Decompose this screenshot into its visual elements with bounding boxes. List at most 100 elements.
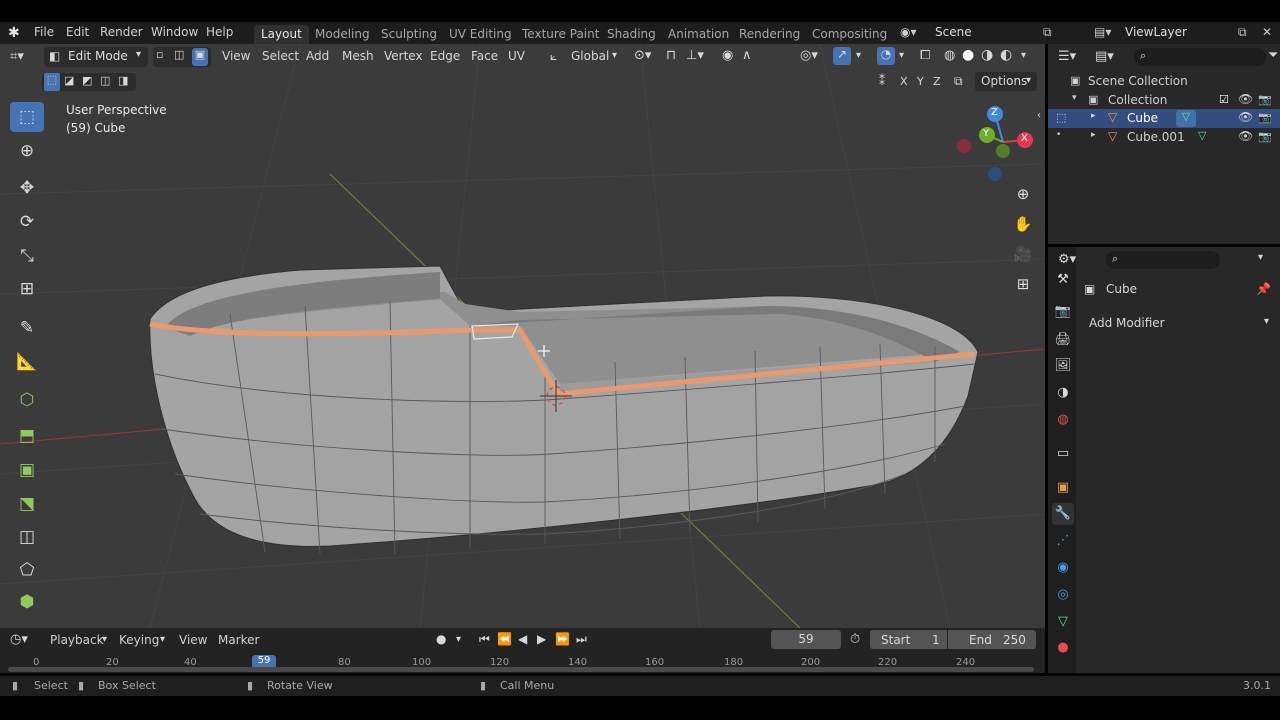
- frame-ruler[interactable]: 0 20 40 59 80 100 120 140 160 180 200 22…: [8, 654, 1038, 673]
- menu-render[interactable]: Render: [100, 25, 143, 39]
- pin-icon[interactable]: 📌: [1256, 282, 1271, 296]
- data-tab-icon[interactable]: ▽: [1052, 611, 1074, 633]
- orientation-dropdown[interactable]: Global: [571, 49, 609, 63]
- tab-modeling[interactable]: Modeling: [308, 25, 377, 44]
- viewport-scene[interactable]: [0, 44, 1045, 628]
- xray-toggle-icon[interactable]: ⧠: [920, 48, 930, 63]
- menu-uv[interactable]: UV: [508, 49, 525, 63]
- end-frame-field[interactable]: End 250: [948, 630, 1036, 649]
- cursor-tool-icon[interactable]: ⊕: [10, 136, 44, 166]
- expand-arrow-icon[interactable]: ▾: [1072, 93, 1077, 103]
- eye-icon[interactable]: 👁: [1238, 110, 1253, 124]
- expand-arrow-icon[interactable]: ▸: [1091, 111, 1096, 121]
- view-layer-copy-icon[interactable]: ⧉: [1238, 25, 1247, 40]
- object-tab-icon[interactable]: ▣: [1052, 477, 1074, 499]
- camera-render-icon[interactable]: 📷: [1258, 130, 1272, 143]
- bevel-tool-icon[interactable]: ⬔: [10, 489, 44, 519]
- knife-tool-icon[interactable]: ⬠: [10, 555, 44, 585]
- scene-name[interactable]: Scene: [935, 25, 972, 39]
- rendered-shading-icon[interactable]: ◐: [1000, 47, 1012, 63]
- jump-start-icon[interactable]: ⏮: [479, 632, 490, 647]
- menu-playback[interactable]: Playback: [50, 633, 104, 647]
- current-frame-field[interactable]: 59: [771, 630, 841, 649]
- options-dropdown[interactable]: Options ▾: [975, 72, 1037, 91]
- tab-shading[interactable]: Shading: [600, 25, 663, 44]
- rotate-tool-icon[interactable]: ⟳: [10, 207, 44, 237]
- pivot-point-icon[interactable]: ⊙▾: [634, 48, 651, 63]
- menu-marker[interactable]: Marker: [218, 633, 259, 647]
- world-tab-icon[interactable]: ◍: [1052, 409, 1074, 431]
- tab-layout[interactable]: Layout: [254, 25, 309, 44]
- menu-edge[interactable]: Edge: [430, 49, 460, 63]
- menu-help[interactable]: Help: [206, 25, 233, 39]
- scale-tool-icon[interactable]: ⤡: [10, 241, 44, 271]
- perspective-toggle-icon[interactable]: ⊞: [1011, 275, 1035, 299]
- wireframe-shading-icon[interactable]: ◍: [944, 48, 955, 63]
- sidebar-toggle-icon[interactable]: ‹: [1037, 110, 1041, 121]
- move-tool-icon[interactable]: ✥: [10, 173, 44, 203]
- edge-select-icon[interactable]: ◫: [174, 48, 190, 64]
- menu-keying[interactable]: Keying: [119, 633, 159, 647]
- face-select-icon[interactable]: ▣: [192, 48, 208, 66]
- menu-select[interactable]: Select: [262, 49, 299, 63]
- select-extend-icon[interactable]: ◪: [64, 74, 74, 87]
- menu-edit[interactable]: Edit: [66, 25, 89, 39]
- start-frame-field[interactable]: Start 1: [870, 630, 947, 649]
- tab-uv-editing[interactable]: UV Editing: [442, 25, 519, 44]
- filter-icon[interactable]: ⏷: [1268, 48, 1278, 63]
- add-cube-tool-icon[interactable]: ⬡: [10, 385, 44, 415]
- view-layer-icon[interactable]: ▤▾: [1094, 25, 1111, 39]
- chevron-down-icon[interactable]: ▾: [856, 50, 861, 61]
- scene-selector-icon[interactable]: ◉▾: [900, 25, 917, 39]
- vertex-select-icon[interactable]: ▫: [156, 48, 172, 64]
- falloff-icon[interactable]: ∧: [742, 48, 752, 63]
- menu-window[interactable]: Window: [151, 25, 198, 39]
- exclude-checkbox[interactable]: ☑: [1219, 93, 1229, 106]
- editor-type-icon[interactable]: ⌗▾: [10, 49, 24, 64]
- mode-dropdown[interactable]: ◧ Edit Mode ▾: [44, 47, 148, 67]
- tab-animation[interactable]: Animation: [661, 25, 736, 44]
- scene-collection-row[interactable]: ▣ Scene Collection: [1048, 72, 1280, 91]
- tab-sculpting[interactable]: Sculpting: [374, 25, 444, 44]
- render-tab-icon[interactable]: 📷: [1052, 301, 1074, 323]
- transform-orientation-icon[interactable]: ⟀: [550, 49, 557, 64]
- view-layer-remove-icon[interactable]: ✕: [1262, 25, 1272, 39]
- inset-tool-icon[interactable]: ▣: [10, 455, 44, 485]
- camera-render-icon[interactable]: 📷: [1258, 93, 1272, 106]
- auto-merge-icon[interactable]: ⧉: [954, 74, 963, 89]
- chevron-down-icon[interactable]: ▾: [899, 50, 904, 61]
- select-new-icon[interactable]: ⬚: [44, 73, 60, 91]
- view-layer-tab-icon[interactable]: 🖼: [1052, 355, 1074, 377]
- measure-tool-icon[interactable]: 📐: [10, 347, 44, 377]
- loop-cut-tool-icon[interactable]: ◫: [10, 522, 44, 552]
- jump-keyframe-back-icon[interactable]: ⏪: [497, 632, 512, 646]
- gizmo-toggle[interactable]: ↗: [833, 47, 851, 65]
- blender-logo-icon[interactable]: ✱: [8, 25, 20, 41]
- properties-search-input[interactable]: ⌕: [1106, 251, 1220, 269]
- extrude-tool-icon[interactable]: ⬒: [10, 421, 44, 451]
- menu-vertex[interactable]: Vertex: [384, 49, 423, 63]
- timeline-editor-icon[interactable]: ◷▾: [10, 632, 28, 647]
- timeline-scrollbar[interactable]: [8, 667, 1034, 672]
- 3d-viewport[interactable]: ⌗▾ ◧ Edit Mode ▾ ▫ ◫ ▣ View Select Add M…: [0, 44, 1045, 628]
- tab-texture-paint[interactable]: Texture Paint: [515, 25, 606, 44]
- select-subtract-icon[interactable]: ◩: [82, 74, 92, 87]
- outliner-editor-icon[interactable]: ☰▾: [1058, 49, 1076, 64]
- transform-tool-icon[interactable]: ⊞: [10, 274, 44, 304]
- select-difference-icon[interactable]: ◫: [100, 74, 110, 87]
- chevron-down-icon[interactable]: ▾: [1258, 252, 1263, 263]
- menu-add[interactable]: Add: [306, 49, 329, 63]
- chevron-down-icon[interactable]: ▾: [456, 634, 461, 645]
- mirror-axis-y[interactable]: Y: [917, 75, 924, 88]
- collection-tab-icon[interactable]: ▭: [1052, 443, 1074, 465]
- outliner-search-input[interactable]: ⌕: [1134, 48, 1266, 66]
- visibility-icon[interactable]: ◎▾: [800, 48, 818, 63]
- stopwatch-icon[interactable]: ⏱: [850, 632, 860, 647]
- physics-tab-icon[interactable]: ◉: [1052, 557, 1074, 579]
- view-layer-name[interactable]: ViewLayer: [1125, 25, 1187, 39]
- modifier-tab-icon[interactable]: 🔧: [1052, 503, 1074, 525]
- snap-target-icon[interactable]: ⊥▾: [686, 48, 704, 63]
- eye-icon[interactable]: 👁: [1238, 92, 1253, 106]
- mesh-data-icon[interactable]: ▽: [1176, 110, 1196, 127]
- properties-editor-icon[interactable]: ⚙▾: [1058, 252, 1076, 267]
